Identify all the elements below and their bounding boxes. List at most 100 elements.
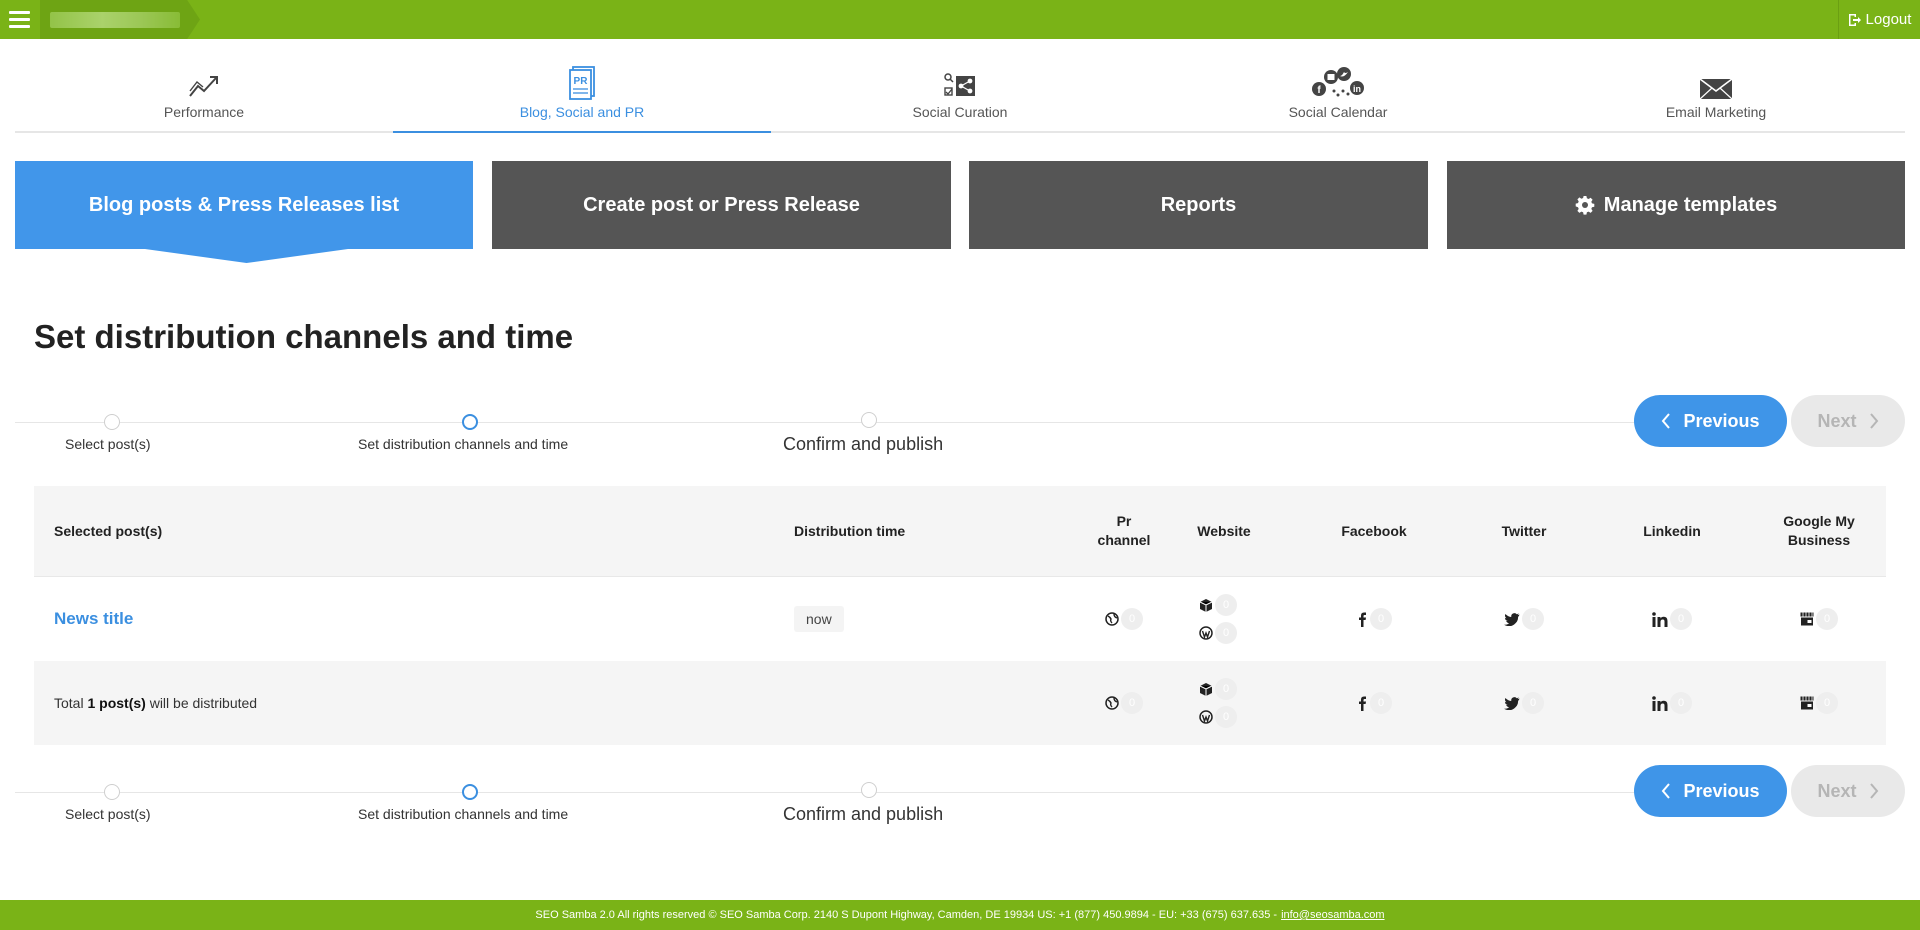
main-nav-tabs: Performance PR Blog, Social and PR Socia… [15,58,1905,133]
footer: SEO Samba 2.0 All rights reserved © SEO … [0,900,1920,930]
twitter-cell: 0 [1474,661,1574,745]
tab-performance[interactable]: Performance [15,58,393,131]
gmb-toggle[interactable]: 0 [1800,608,1838,630]
gmb-count: 0 [1816,608,1838,630]
social-networks-icon: f in [1312,67,1364,97]
header-selected-posts: Selected post(s) [54,522,163,539]
posts-list-label: Blog posts & Press Releases list [88,193,400,216]
logo[interactable] [40,0,200,39]
step-dot [104,784,120,800]
facebook-total: 0 [1356,692,1392,714]
linkedin-icon [1652,695,1668,711]
facebook-cell: 0 [1324,577,1424,661]
previous-label: Previous [1683,780,1760,801]
page-title: Set distribution channels and time [34,318,574,355]
tab-label: Email Marketing [1665,104,1767,120]
linkedin-toggle[interactable]: 0 [1652,608,1692,630]
tab-social-curation[interactable]: Social Curation [771,58,1149,131]
linkedin-total-count: 0 [1670,692,1692,714]
website-blog-toggle[interactable]: 0 [1199,594,1237,616]
facebook-icon [1359,696,1366,711]
header-twitter: Twitter [1501,522,1547,539]
next-label: Next [1817,410,1857,431]
pr-channel-cell: 0 [1084,577,1164,661]
table-row: News title now 0 0 0 0 0 0 0 [34,577,1886,661]
header-linkedin: Linkedin [1643,522,1701,539]
tab-label: Social Calendar [1288,104,1388,120]
globe-icon [1105,612,1119,626]
next-button[interactable]: Next [1791,395,1905,447]
previous-button[interactable]: Previous [1634,395,1787,447]
post-cell: News title [54,577,454,661]
twitter-icon [1504,612,1520,626]
next-label: Next [1817,780,1857,801]
tab-email-marketing[interactable]: Email Marketing [1527,58,1905,131]
distribution-time-value[interactable]: now [794,606,844,632]
twitter-toggle[interactable]: 0 [1504,608,1544,630]
stepper-top: Select post(s) Set distribution channels… [15,402,1645,462]
step-dot [462,784,478,800]
footer-email-link[interactable]: info@seosamba.com [1281,909,1385,921]
linkedin-total: 0 [1652,692,1692,714]
time-cell: now [794,577,914,661]
logout-label: Logout [1865,11,1912,28]
total-count: 1 post(s) [87,695,146,711]
linkedin-cell: 0 [1622,661,1722,745]
table-total-row: Total 1 post(s) will be distributed 0 0 … [34,661,1886,745]
total-cell: Total 1 post(s) will be distributed [54,661,554,745]
header-pr-channel-label: Pr channel [1097,513,1151,548]
tab-label: Social Curation [912,104,1008,120]
chevron-right-icon [1869,783,1878,799]
trend-icon [189,76,218,97]
globe-icon [1105,696,1119,710]
total-prefix: Total [54,695,84,711]
step-label: Select post(s) [65,436,151,452]
website-blog-total: 0 [1199,678,1237,700]
envelope-icon [1699,78,1733,100]
previous-button[interactable]: Previous [1634,765,1787,817]
storefront-icon [1800,612,1814,626]
tab-blog-social-pr[interactable]: PR Blog, Social and PR [393,58,771,133]
distribution-table: Selected post(s) Distribution time Pr ch… [34,486,1886,745]
facebook-icon [1359,612,1366,627]
gmb-cell: 0 [1769,577,1869,661]
create-post-button[interactable]: Create post or Press Release [492,161,951,249]
step-dot [104,414,120,430]
reports-button[interactable]: Reports [969,161,1428,249]
post-title-link[interactable]: News title [54,609,133,629]
storefront-icon [1800,696,1814,710]
logout-button[interactable]: Logout [1838,0,1920,39]
posts-list-button[interactable]: Blog posts & Press Releases list [15,161,473,249]
website-wordpress-toggle[interactable]: 0 [1199,622,1237,644]
facebook-toggle[interactable]: 0 [1356,608,1392,630]
footer-text: SEO Samba 2.0 All rights reserved © SEO … [535,909,1278,921]
header-website: Website [1197,522,1251,539]
gmb-total-count: 0 [1816,692,1838,714]
gear-icon [1575,196,1595,215]
manage-templates-label: Manage templates [1603,193,1778,216]
tab-label: Blog, Social and PR [519,104,645,120]
twitter-total: 0 [1504,692,1544,714]
logout-icon [1848,13,1861,26]
step-dot [861,782,877,798]
linkedin-cell: 0 [1622,577,1722,661]
step-label: Confirm and publish [783,804,944,824]
share-search-icon [944,73,975,96]
facebook-cell: 0 [1324,661,1424,745]
chevron-left-icon [1662,413,1671,429]
next-button[interactable]: Next [1791,765,1905,817]
step-label: Confirm and publish [783,434,944,454]
tab-label: Performance [163,104,245,120]
step-dot [462,414,478,430]
header-gmb-label: Google My Business [1783,513,1855,548]
step-label: Set distribution channels and time [358,436,569,452]
pr-channel-total: 0 [1105,692,1143,714]
tab-social-calendar[interactable]: f in Social Calendar [1149,58,1527,131]
pr-channel-toggle[interactable]: 0 [1105,608,1143,630]
website-cell: 0 0 [1199,661,1279,745]
manage-templates-button[interactable]: Manage templates [1447,161,1905,249]
chevron-right-icon [1869,413,1878,429]
hamburger-menu-icon[interactable] [0,0,39,39]
pr-total-count: 0 [1121,692,1143,714]
gmb-total: 0 [1800,692,1838,714]
